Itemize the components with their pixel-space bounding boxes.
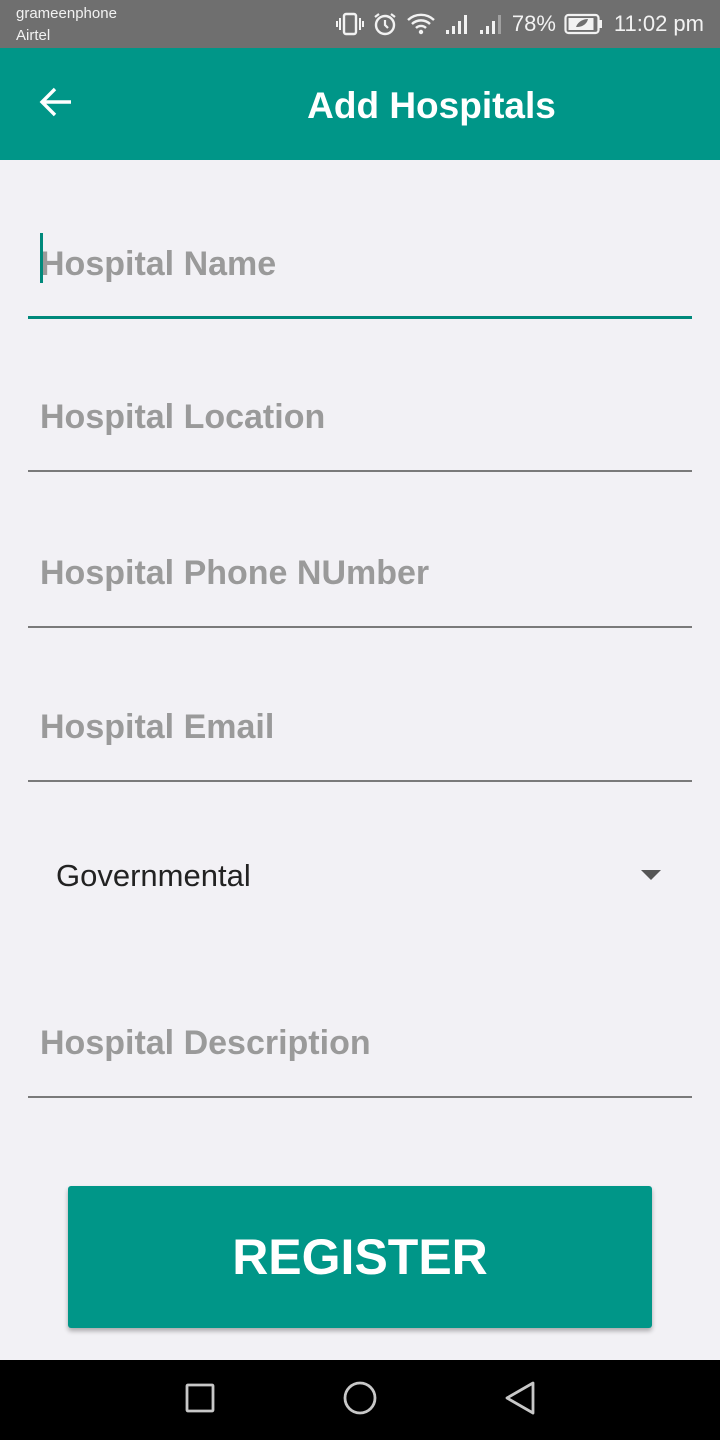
- hospital-type-selected: Governmental: [56, 858, 251, 893]
- hospital-location-field-container: [28, 362, 692, 472]
- hospital-email-underline: [28, 780, 692, 782]
- hospital-phone-field-container: [28, 518, 692, 628]
- alarm-icon: [372, 11, 398, 37]
- square-recents-icon: [184, 1382, 216, 1419]
- battery-charging-icon: [564, 13, 604, 35]
- hospital-description-input[interactable]: [28, 988, 692, 1098]
- hospital-location-underline: [28, 470, 692, 472]
- status-icons: 78% 11:02 pm: [335, 8, 704, 40]
- clock: 11:02 pm: [613, 11, 704, 36]
- hospital-location-input[interactable]: [28, 362, 692, 472]
- hospital-type-dropdown[interactable]: Governmental: [28, 830, 692, 920]
- hospital-name-field-container: [28, 209, 692, 319]
- carrier-name-primary: grameenphone: [16, 5, 117, 22]
- home-button[interactable]: [340, 1380, 380, 1420]
- hospital-name-underline: [28, 316, 692, 319]
- signal-icon-1: [444, 12, 470, 36]
- system-back-button[interactable]: [500, 1380, 540, 1420]
- wifi-icon: [406, 11, 436, 37]
- vibrate-icon: [335, 11, 364, 37]
- register-button[interactable]: REGISTER: [68, 1186, 652, 1328]
- page-title: Add Hospitals: [307, 85, 556, 126]
- carrier-name-secondary: Airtel: [16, 27, 51, 44]
- dropdown-arrow-icon: [640, 868, 662, 886]
- hospital-description-underline: [28, 1096, 692, 1098]
- hospital-email-field-container: [28, 672, 692, 782]
- app-bar: Add Hospitals: [0, 48, 720, 160]
- text-cursor: [40, 233, 43, 283]
- hospital-description-field-container: [28, 988, 692, 1098]
- circle-home-icon: [342, 1380, 378, 1421]
- hospital-phone-underline: [28, 626, 692, 628]
- hospital-email-input[interactable]: [28, 672, 692, 782]
- triangle-back-icon: [503, 1380, 537, 1421]
- signal-icon-2: [478, 12, 504, 36]
- battery-percentage: 78%: [511, 11, 556, 36]
- hospital-phone-input[interactable]: [28, 518, 692, 628]
- status-bar: grameenphone Airtel 78% 11:02 pm: [0, 0, 720, 48]
- system-navigation-bar: [0, 1360, 720, 1440]
- recents-button[interactable]: [180, 1380, 220, 1420]
- hospital-name-input[interactable]: [28, 209, 692, 319]
